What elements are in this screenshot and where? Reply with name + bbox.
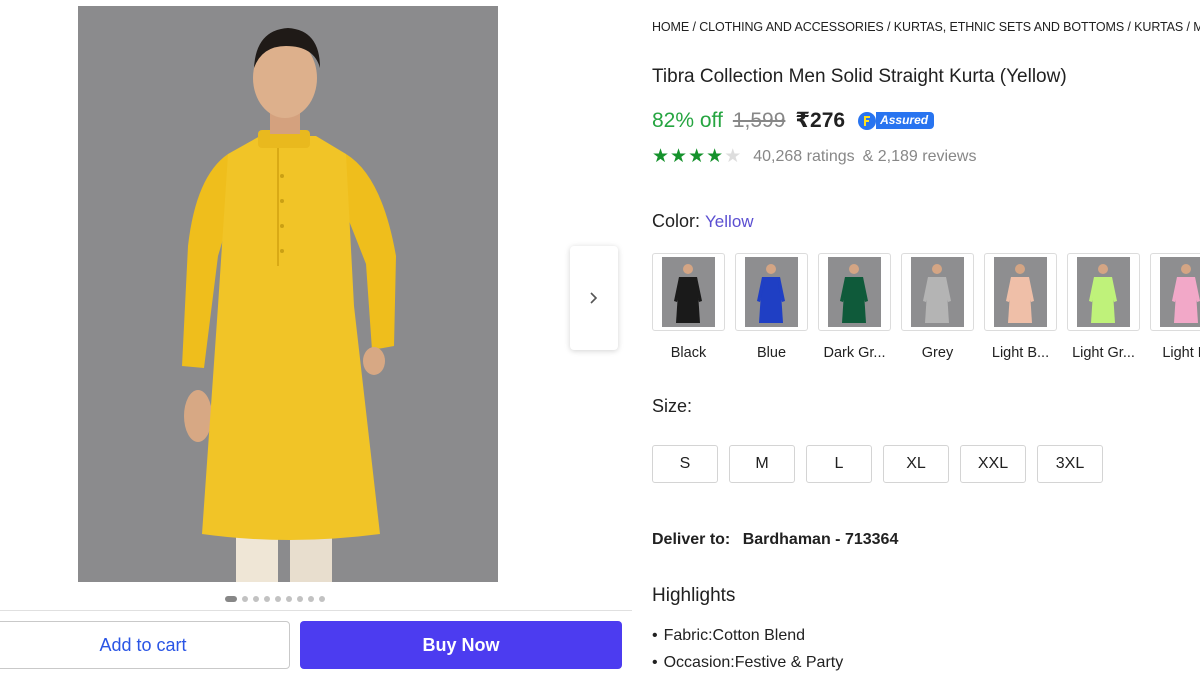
size-label: Size: — [652, 396, 693, 416]
color-label-text: Color: — [652, 211, 701, 231]
carousel-dot[interactable] — [242, 596, 248, 602]
carousel-dot[interactable] — [319, 596, 325, 602]
reviews-count: & 2,189 reviews — [862, 147, 977, 165]
rating-row[interactable]: ★ ★ ★ ★ ★ 40,268 ratings & 2,189 reviews — [652, 147, 976, 166]
size-option-l[interactable]: L — [806, 445, 872, 483]
star-icon: ★ — [706, 146, 724, 167]
assured-badge: Assured — [857, 111, 935, 131]
size-option-xl[interactable]: XL — [883, 445, 949, 483]
size-option-s[interactable]: S — [652, 445, 718, 483]
selected-color: Yellow — [705, 212, 754, 231]
swatch-thumbnail — [745, 257, 798, 327]
swatch-thumbnail — [828, 257, 881, 327]
star-icon: ★ — [688, 146, 706, 167]
star-rating: ★ ★ ★ ★ ★ — [652, 147, 741, 166]
color-swatch[interactable]: Dark Gr... — [818, 253, 891, 361]
swatch-label: Black — [670, 345, 707, 361]
swatch-image-frame — [1067, 253, 1140, 331]
highlight-text: Occasion:Festive & Party — [663, 654, 844, 671]
ratings-count: 40,268 ratings — [753, 147, 855, 165]
next-image-button[interactable] — [570, 246, 618, 350]
swatch-thumbnail — [994, 257, 1047, 327]
size-option-xxl[interactable]: XXL — [960, 445, 1026, 483]
color-swatch[interactable]: Grey — [901, 253, 974, 361]
assured-label: Assured — [876, 112, 935, 129]
color-swatch[interactable]: Blue — [735, 253, 808, 361]
carousel-dot[interactable] — [308, 596, 314, 602]
delivery-info[interactable]: Deliver to: Bardhaman - 713364 — [652, 531, 898, 549]
delivery-location: Bardhaman - 713364 — [742, 531, 899, 548]
carousel-dot[interactable] — [225, 596, 237, 602]
image-carousel-dots[interactable] — [225, 596, 325, 602]
color-label: Color: Yellow — [652, 211, 754, 232]
carousel-dot[interactable] — [286, 596, 292, 602]
swatch-image-frame — [818, 253, 891, 331]
size-options: S M L XL XXL 3XL — [652, 445, 1103, 483]
swatch-image-frame — [984, 253, 1057, 331]
swatch-image-frame — [735, 253, 808, 331]
product-title: Tibra Collection Men Solid Straight Kurt… — [652, 66, 1067, 87]
carousel-dot[interactable] — [264, 596, 270, 602]
carousel-dot[interactable] — [275, 596, 281, 602]
divider — [0, 610, 632, 611]
star-icon: ★ — [652, 146, 670, 167]
highlight-text: Fabric:Cotton Blend — [663, 627, 806, 644]
highlight-item: • Occasion:Festive & Party — [652, 654, 843, 680]
size-option-3xl[interactable]: 3XL — [1037, 445, 1103, 483]
swatch-image-frame — [901, 253, 974, 331]
highlights-title: Highlights — [652, 585, 736, 606]
swatch-thumbnail — [1160, 257, 1200, 327]
swatch-label: Blue — [756, 345, 787, 361]
color-swatch[interactable]: Light Pi — [1150, 253, 1200, 361]
color-swatch-list: Black Blue Dark Gr... Grey Light B... Light G… — [652, 253, 1200, 361]
chevron-right-icon — [590, 292, 598, 304]
swatch-image-frame — [1150, 253, 1200, 331]
price-row: 82% off 1,599 ₹276 Assured — [652, 108, 935, 133]
add-to-cart-button[interactable]: Add to cart — [0, 621, 290, 669]
color-swatch[interactable]: Black — [652, 253, 725, 361]
color-swatch[interactable]: Light Gr... — [1067, 253, 1140, 361]
swatch-image-frame — [652, 253, 725, 331]
deliver-to-label: Deliver to: — [652, 531, 731, 548]
original-price: 1,599 — [732, 109, 786, 132]
swatch-label: Light Gr... — [1072, 345, 1135, 361]
highlights-list: • Fabric:Cotton Blend • Occasion:Festive & … — [652, 627, 843, 680]
highlight-item: • Fabric:Cotton Blend — [652, 627, 843, 654]
bullet-icon: • — [652, 654, 658, 671]
swatch-label: Light B... — [991, 345, 1050, 361]
buy-now-button[interactable]: Buy Now — [300, 621, 622, 669]
star-icon: ★ — [670, 146, 688, 167]
selling-price: ₹276 — [795, 109, 846, 132]
breadcrumb[interactable]: HOME / CLOTHING AND ACCESSORIES / KURTAS… — [652, 20, 1200, 34]
bullet-icon: • — [652, 627, 658, 644]
swatch-label: Grey — [921, 345, 954, 361]
product-main-image[interactable] — [78, 6, 498, 582]
star-icon: ★ — [724, 146, 742, 167]
size-option-m[interactable]: M — [729, 445, 795, 483]
product-details: HOME / CLOTHING AND ACCESSORIES / KURTAS… — [652, 0, 1200, 680]
discount-percent: 82% off — [652, 109, 723, 132]
color-swatch[interactable]: Light B... — [984, 253, 1057, 361]
carousel-dot[interactable] — [297, 596, 303, 602]
swatch-thumbnail — [662, 257, 715, 327]
swatch-thumbnail — [911, 257, 964, 327]
product-gallery: Add to cart Buy Now — [0, 0, 632, 680]
carousel-dot[interactable] — [253, 596, 259, 602]
swatch-label: Light Pi — [1162, 345, 1200, 361]
swatch-label: Dark Gr... — [823, 345, 886, 361]
swatch-thumbnail — [1077, 257, 1130, 327]
